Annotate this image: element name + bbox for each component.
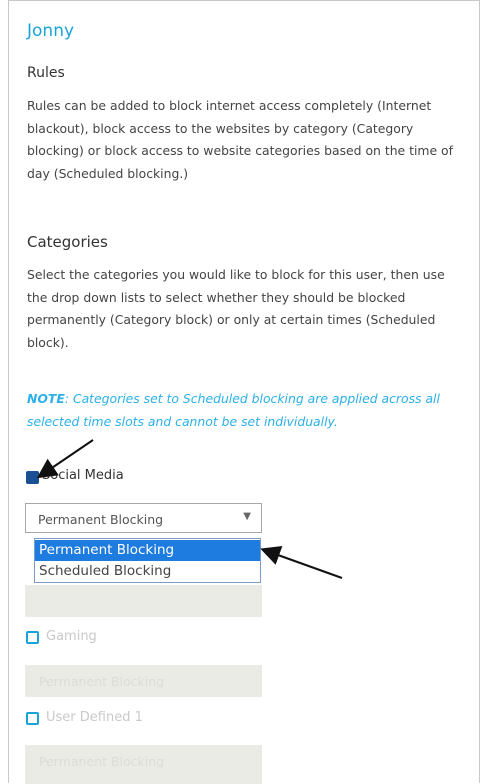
annotation-arrows (36, 439, 343, 579)
annotation-arrow-icon (260, 545, 343, 579)
annotation-arrow-icon (36, 439, 94, 479)
